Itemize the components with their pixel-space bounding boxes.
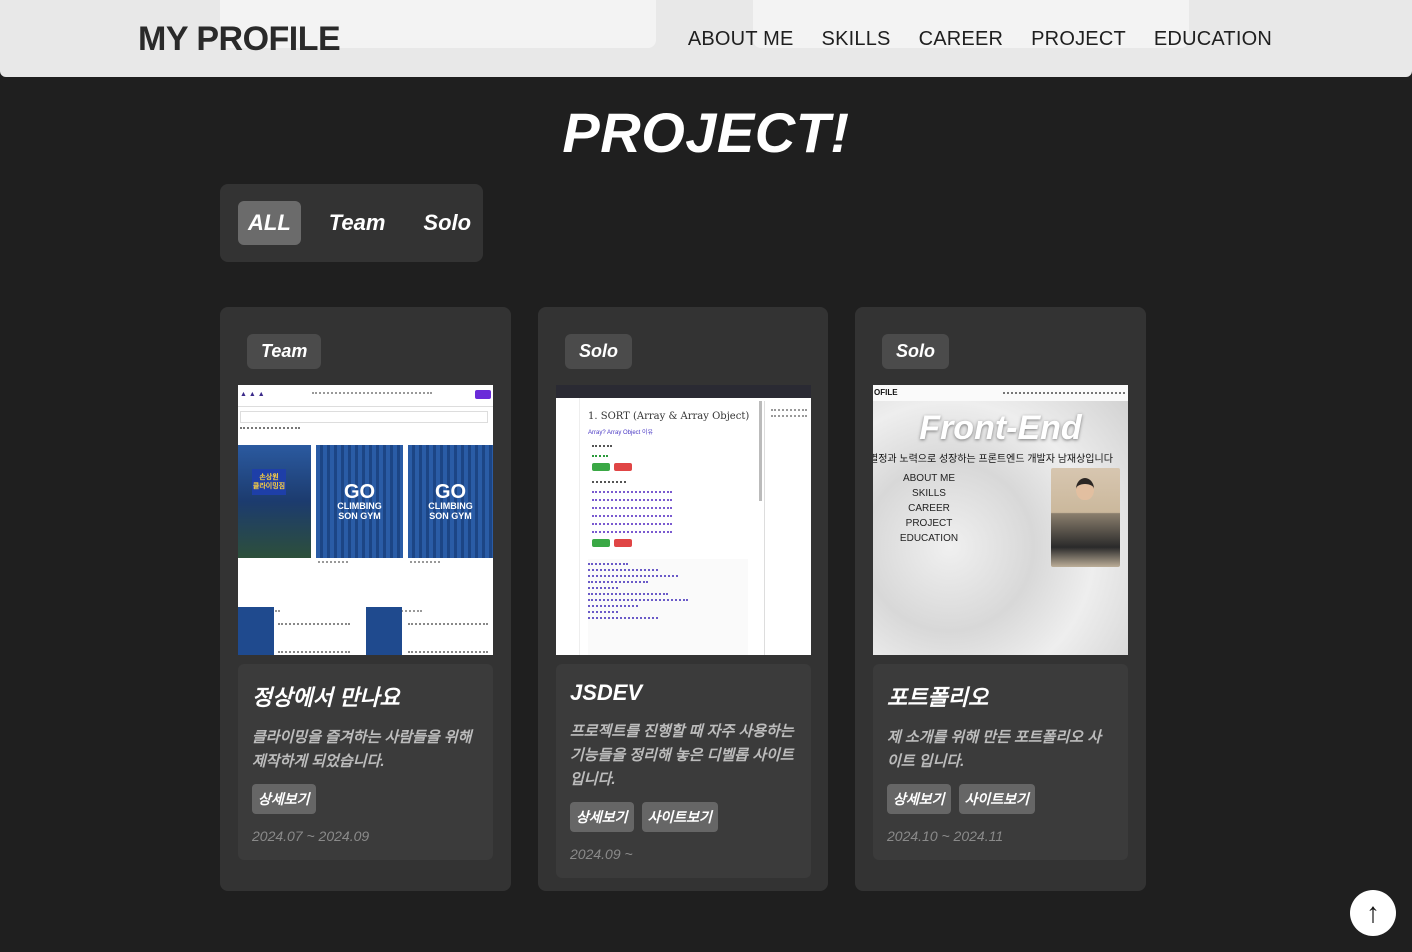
project-buttons: 상세보기 사이트보기 [887, 784, 1114, 814]
thumb-line [592, 481, 626, 483]
thumb-logo: OFILE [874, 388, 898, 397]
thumb-pill [592, 463, 610, 471]
thumb-search [240, 411, 488, 423]
thumb-sign: 손상원 클라이밍짐 [252, 469, 286, 495]
thumb-line [771, 409, 807, 411]
main-nav: ABOUT ME SKILLS CAREER PROJECT EDUCATION [688, 28, 1272, 51]
arrow-up-icon: ↑ [1366, 897, 1380, 928]
project-title: 정상에서 만나요 [252, 685, 400, 710]
detail-button[interactable]: 상세보기 [570, 802, 634, 832]
project-thumbnail[interactable]: OFILE Front-End 열정과 노력으로 성장하는 프론트엔드 개발자 … [873, 385, 1128, 655]
thumb-go-sub: CLIMBING SON GYM [428, 501, 473, 521]
project-info: JSDEV 프로젝트를 진행할 때 자주 사용하는 기능들을 정리해 놓은 디벨… [556, 664, 811, 878]
thumb-line [592, 515, 672, 517]
thumb-subtitle [240, 427, 300, 431]
thumb-caption [410, 561, 440, 581]
thumb-go-text: GO [434, 481, 467, 503]
thumb-review-text [408, 623, 488, 653]
thumb-right-panel [764, 401, 811, 655]
thumb-purple-button [475, 390, 491, 399]
project-description: 프로젝트를 진행할 때 자주 사용하는 기능들을 정리해 놓은 디벨롭 사이트 … [570, 723, 794, 788]
thumb-logo: ▲ ▲ ▲ [240, 391, 265, 398]
page-title: PROJECT! [562, 101, 850, 164]
project-type-badge: Solo [565, 334, 632, 369]
thumb-code-block [588, 559, 748, 655]
project-type-badge: Solo [882, 334, 949, 369]
thumb-navbar: OFILE [873, 385, 1128, 401]
thumb-go-climbing-photo: GO CLIMBING SON GYM [408, 445, 493, 558]
nav-about-me[interactable]: ABOUT ME [688, 28, 794, 51]
site-logo[interactable]: MY PROFILE [138, 20, 341, 59]
project-buttons: 상세보기 사이트보기 [570, 802, 797, 832]
project-title: 포트폴리오 [887, 685, 989, 710]
thumb-pill [592, 539, 610, 547]
thumb-line [592, 499, 672, 501]
thumb-sidebar [556, 398, 580, 655]
thumb-intro: 열정과 노력으로 성장하는 프론트엔드 개발자 남재상입니다 [873, 454, 1113, 465]
thumb-line [592, 455, 608, 457]
project-description: 제 소개를 위해 만든 포트폴리오 사이트 입니다. [887, 729, 1102, 770]
project-date: 2024.07 ~ 2024.09 [252, 828, 370, 844]
thumb-navbar: ▲ ▲ ▲ [238, 385, 493, 407]
nav-education[interactable]: EDUCATION [1154, 28, 1272, 51]
thumb-go-text: GO [343, 481, 376, 503]
thumb-hero-text: Front-End [919, 409, 1082, 447]
thumb-menu [312, 392, 432, 396]
project-card: Team ▲ ▲ ▲ 손상원 클라이밍짐 GO CLIMBING SON GYM … [220, 307, 511, 891]
project-card: Solo 1. SORT (Array & Array Object) Arra… [538, 307, 828, 891]
thumb-caption [318, 561, 348, 581]
nav-skills[interactable]: SKILLS [822, 28, 891, 51]
thumb-go-climbing-photo: GO CLIMBING SON GYM [316, 445, 403, 558]
project-filter: ALL Team Solo [220, 184, 483, 262]
project-info: 포트폴리오 제 소개를 위해 만든 포트폴리오 사이트 입니다. 상세보기 사이… [873, 664, 1128, 860]
thumb-line [592, 445, 612, 447]
thumb-gym-photo: 손상원 클라이밍짐 [238, 445, 311, 558]
site-button[interactable]: 사이트보기 [641, 802, 718, 832]
thumb-line [592, 507, 672, 509]
thumb-content: 1. SORT (Array & Array Object) Array? Ar… [582, 401, 762, 655]
project-title: JSDEV [570, 680, 643, 705]
project-buttons: 상세보기 [252, 784, 479, 814]
thumb-menu-item: EDUCATION [899, 533, 959, 544]
thumb-side-menu: ABOUT ME SKILLS CAREER PROJECT EDUCATION [897, 471, 961, 546]
thumb-line [771, 415, 807, 417]
thumb-menu-item: CAREER [908, 503, 950, 514]
project-description: 클라이밍을 즐겨하는 사람들을 위해 제작하게 되었습니다. [252, 729, 472, 770]
detail-button[interactable]: 상세보기 [887, 784, 951, 814]
thumb-line [592, 531, 672, 533]
thumb-subheading: Array? Array Object 이유 [588, 430, 654, 436]
filter-solo-button[interactable]: Solo [413, 201, 481, 245]
site-button[interactable]: 사이트보기 [958, 784, 1035, 814]
project-thumbnail[interactable]: 1. SORT (Array & Array Object) Array? Ar… [556, 385, 811, 655]
thumb-go-sub: CLIMBING SON GYM [337, 501, 382, 521]
top-header: MY PROFILE ABOUT ME SKILLS CAREER PROJEC… [0, 0, 1412, 77]
thumb-pill [614, 463, 632, 471]
project-thumbnail[interactable]: ▲ ▲ ▲ 손상원 클라이밍짐 GO CLIMBING SON GYM GO CLI… [238, 385, 493, 655]
project-type-badge: Team [247, 334, 322, 369]
thumb-menu-item: ABOUT ME [902, 473, 956, 484]
thumb-profile-photo [1051, 468, 1120, 567]
filter-all-button[interactable]: ALL [238, 201, 301, 245]
detail-button[interactable]: 상세보기 [252, 784, 316, 814]
nav-career[interactable]: CAREER [919, 28, 1004, 51]
thumb-menu [1003, 392, 1125, 394]
thumb-pill [614, 539, 632, 547]
thumb-menu-item: SKILLS [912, 488, 946, 499]
project-info: 정상에서 만나요 클라이밍을 즐겨하는 사람들을 위해 제작하게 되었습니다. … [238, 664, 493, 860]
thumb-menu-item: PROJECT [905, 518, 953, 529]
thumb-review-photo [366, 607, 402, 655]
filter-team-button[interactable]: Team [319, 201, 396, 245]
scroll-top-button[interactable]: ↑ [1350, 890, 1396, 936]
thumb-heading: 1. SORT (Array & Array Object) [588, 411, 750, 422]
thumb-review-text [278, 623, 350, 653]
thumb-line [592, 523, 672, 525]
project-date: 2024.09 ~ [570, 846, 633, 862]
thumb-line [592, 491, 672, 493]
thumb-review-photo [238, 607, 274, 655]
thumb-scrollbar [759, 401, 762, 501]
project-date: 2024.10 ~ 2024.11 [887, 828, 1004, 844]
nav-project[interactable]: PROJECT [1031, 28, 1126, 51]
thumb-topbar [556, 385, 811, 398]
project-card: Solo OFILE Front-End 열정과 노력으로 성장하는 프론트엔드… [855, 307, 1146, 891]
